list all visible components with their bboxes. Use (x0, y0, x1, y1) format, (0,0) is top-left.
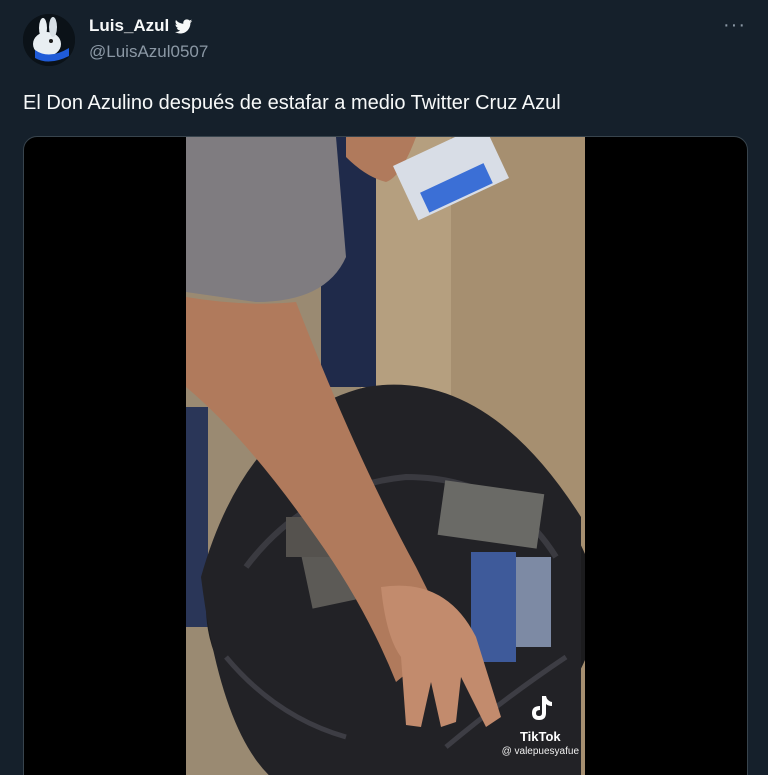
author-name-row[interactable]: Luis_Azul (89, 16, 193, 36)
avatar[interactable] (23, 14, 75, 66)
twitter-bird-icon (175, 18, 193, 33)
tweet: Luis_Azul @LuisAzul0507 ··· El Don Azuli… (0, 0, 768, 775)
more-options-button[interactable]: ··· (723, 14, 746, 37)
media-video[interactable]: TikTok @ valepuesyafue (23, 136, 748, 775)
tiktok-watermark: TikTok @ valepuesyafue (502, 694, 579, 757)
tweet-text: El Don Azulino después de estafar a medi… (23, 92, 561, 114)
tiktok-username: @ valepuesyafue (501, 746, 579, 757)
author-display-name[interactable]: Luis_Azul (89, 16, 169, 36)
tiktok-note-icon (532, 696, 553, 720)
video-thumbnail (186, 137, 585, 775)
video-frame[interactable]: TikTok @ valepuesyafue (186, 137, 585, 775)
author-handle[interactable]: @LuisAzul0507 (89, 42, 208, 62)
tiktok-brand: TikTok (519, 729, 561, 744)
avatar-image (23, 14, 75, 66)
